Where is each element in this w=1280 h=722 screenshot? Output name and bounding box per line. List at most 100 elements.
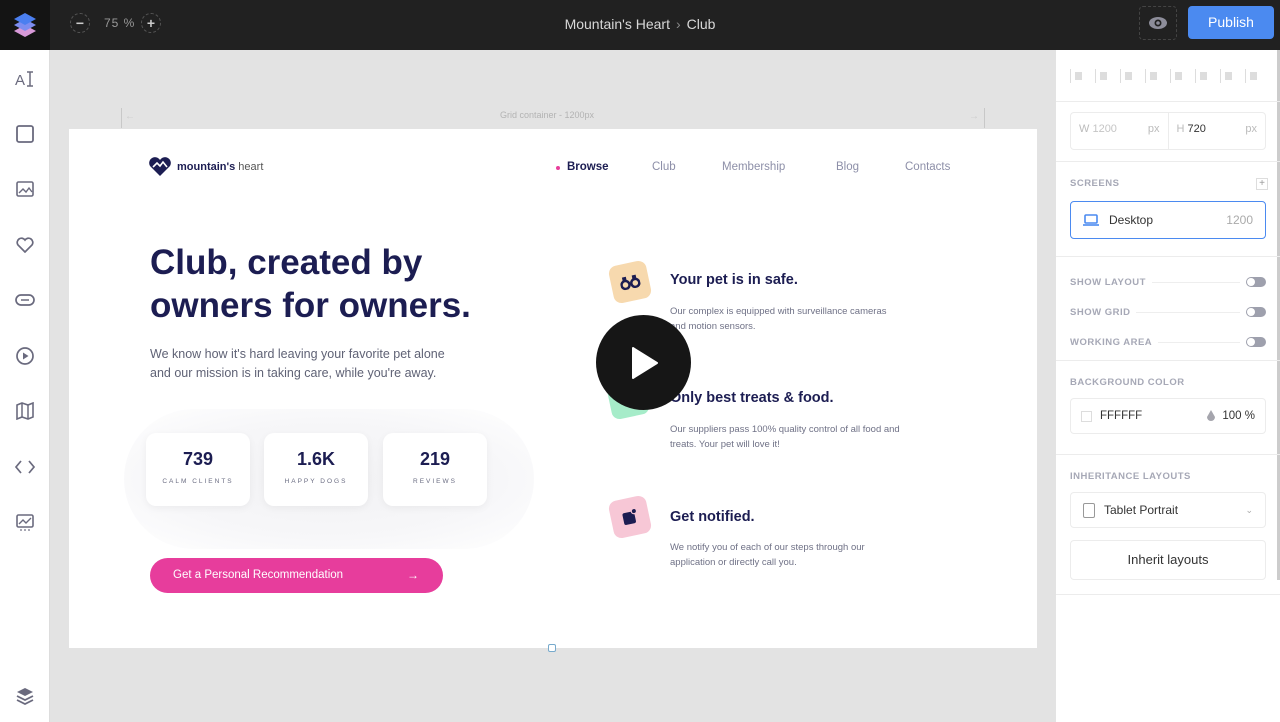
video-tool-icon[interactable] bbox=[11, 342, 39, 370]
width-value: 1200 bbox=[1092, 123, 1117, 135]
nav-blog[interactable]: Blog bbox=[836, 161, 859, 173]
chevron-right-icon: › bbox=[675, 16, 681, 32]
left-toolbar: A bbox=[0, 50, 50, 722]
screen-width: 1200 bbox=[1226, 213, 1253, 227]
height-value: 720 bbox=[1187, 123, 1206, 135]
nav-contacts[interactable]: Contacts bbox=[905, 161, 950, 173]
bg-color-field[interactable]: FFFFFF 100 % bbox=[1070, 398, 1266, 434]
bg-color-value: FFFFFF bbox=[1100, 410, 1143, 422]
code-icon[interactable] bbox=[11, 453, 39, 481]
page-frame[interactable]: mountain's heart Browse Club Membership … bbox=[69, 129, 1037, 648]
nav-browse[interactable]: Browse bbox=[567, 161, 609, 173]
screens-title: SCREENS bbox=[1070, 178, 1120, 189]
screen-name: Desktop bbox=[1109, 213, 1154, 227]
personal-recommendation-button[interactable]: Get a Personal Recommendation → bbox=[150, 558, 443, 593]
add-screen-button[interactable]: + bbox=[1256, 178, 1268, 190]
breadcrumb-project[interactable]: Mountain's Heart bbox=[565, 16, 670, 32]
grid-left-marker bbox=[121, 108, 122, 128]
size-fields: W 1200 px H 720 px bbox=[1056, 102, 1280, 162]
feature-icon-bg bbox=[607, 494, 653, 540]
hero-subtitle: We know how it's hard leaving your favor… bbox=[150, 347, 445, 380]
background-color-section: BACKGROUND COLOR FFFFFF 100 % bbox=[1056, 361, 1280, 455]
resize-handle[interactable] bbox=[548, 644, 556, 652]
width-unit: px bbox=[1147, 123, 1160, 135]
map-icon[interactable] bbox=[11, 397, 39, 425]
align-middle-icon[interactable] bbox=[1170, 68, 1186, 83]
align-right-icon[interactable] bbox=[1120, 68, 1136, 83]
alignment-toolbar bbox=[1056, 50, 1280, 102]
stat-label: HAPPY DOGS bbox=[284, 478, 348, 485]
align-top-icon[interactable] bbox=[1145, 68, 1161, 83]
arrow-right-icon: → bbox=[969, 111, 979, 122]
text-tool-icon[interactable]: A bbox=[11, 65, 39, 93]
stat-label: REVIEWS bbox=[413, 478, 457, 485]
show-layout-toggle[interactable] bbox=[1246, 277, 1266, 287]
feature-text: We notify you of each of our steps throu… bbox=[670, 542, 865, 568]
height-field[interactable]: H 720 px bbox=[1167, 113, 1266, 149]
inheritance-section: INHERITANCE LAYOUTS Tablet Portrait ⌄ In… bbox=[1056, 455, 1280, 595]
grid-container-label: Grid container - 1200px bbox=[500, 110, 595, 120]
svg-text:A: A bbox=[15, 72, 25, 87]
play-icon bbox=[631, 346, 658, 379]
inherit-layout-select[interactable]: Tablet Portrait ⌄ bbox=[1070, 492, 1266, 528]
binoculars-icon bbox=[620, 274, 641, 291]
tablet-icon bbox=[1083, 502, 1095, 518]
align-bottom-icon[interactable] bbox=[1195, 68, 1211, 83]
toggle-label: WORKING AREA bbox=[1070, 336, 1153, 348]
distribute-h-icon[interactable] bbox=[1220, 68, 1236, 83]
stat-card: 1.6K HAPPY DOGS bbox=[264, 433, 368, 506]
chevron-down-icon: ⌄ bbox=[1245, 504, 1253, 515]
arrow-right-icon: → bbox=[407, 568, 419, 582]
align-left-icon[interactable] bbox=[1070, 68, 1086, 83]
feature-title: Only best treats & food. bbox=[670, 390, 834, 406]
inspector-panel: W 1200 px H 720 px SCREENS + Desktop 1200 … bbox=[1055, 50, 1280, 722]
stat-card: 219 REVIEWS bbox=[383, 433, 487, 506]
feature-title: Get notified. bbox=[670, 509, 755, 525]
bg-opacity-value[interactable]: 100 % bbox=[1222, 410, 1255, 422]
inherit-select-value: Tablet Portrait bbox=[1104, 503, 1179, 517]
play-video-button[interactable] bbox=[596, 315, 691, 410]
nav-club[interactable]: Club bbox=[652, 161, 676, 173]
screen-desktop[interactable]: Desktop 1200 bbox=[1070, 201, 1266, 239]
nav-membership[interactable]: Membership bbox=[722, 161, 785, 173]
toggle-label: SHOW GRID bbox=[1070, 306, 1131, 318]
breadcrumb-page[interactable]: Club bbox=[687, 16, 716, 32]
working-area-toggle[interactable] bbox=[1246, 337, 1266, 347]
brand-light: heart bbox=[238, 160, 264, 173]
publish-button[interactable]: Publish bbox=[1188, 6, 1274, 39]
color-swatch[interactable] bbox=[1081, 410, 1092, 422]
toggle-label: SHOW LAYOUT bbox=[1070, 276, 1146, 288]
feature-text: Our complex is equipped with surveillanc… bbox=[670, 306, 887, 332]
align-center-h-icon[interactable] bbox=[1095, 68, 1111, 83]
laptop-icon bbox=[1083, 214, 1099, 226]
inherit-title: INHERITANCE LAYOUTS bbox=[1070, 471, 1191, 482]
button-tool-icon[interactable] bbox=[11, 286, 39, 314]
layout-toggles: SHOW LAYOUT SHOW GRID WORKING AREA bbox=[1056, 257, 1280, 361]
height-label: H bbox=[1176, 123, 1185, 135]
feature-text: Our suppliers pass 100% quality control … bbox=[670, 424, 900, 450]
image-tool-icon[interactable] bbox=[11, 175, 39, 203]
stat-card: 739 CALM CLIENTS bbox=[146, 433, 250, 506]
grid-right-marker bbox=[984, 108, 985, 128]
arrow-left-icon: ← bbox=[125, 111, 135, 122]
feature-title: Your pet is in safe. bbox=[670, 272, 798, 288]
layers-icon[interactable] bbox=[11, 682, 39, 710]
distribute-v-icon[interactable] bbox=[1245, 68, 1261, 83]
screens-section: SCREENS + Desktop 1200 bbox=[1056, 162, 1280, 257]
chart-widget-icon[interactable] bbox=[11, 509, 39, 537]
heart-icon[interactable] bbox=[11, 231, 39, 259]
brand-bold: mountain's bbox=[177, 160, 236, 173]
stat-value: 219 bbox=[419, 449, 451, 469]
height-unit: px bbox=[1245, 123, 1257, 135]
cta-label: Get a Personal Recommendation bbox=[173, 569, 344, 581]
top-bar: − 75 % + Mountain's Heart › Club Publish bbox=[0, 0, 1280, 50]
show-grid-toggle[interactable] bbox=[1246, 307, 1266, 317]
site-logo[interactable]: mountain's heart bbox=[149, 157, 263, 176]
rectangle-tool-icon[interactable] bbox=[11, 120, 39, 148]
preview-button[interactable] bbox=[1139, 6, 1177, 40]
width-field[interactable]: W 1200 px bbox=[1071, 113, 1168, 149]
inherit-layouts-button[interactable]: Inherit layouts bbox=[1070, 540, 1266, 580]
active-nav-dot bbox=[556, 166, 560, 170]
bg-title: BACKGROUND COLOR bbox=[1070, 377, 1185, 388]
eye-icon bbox=[1149, 17, 1167, 29]
